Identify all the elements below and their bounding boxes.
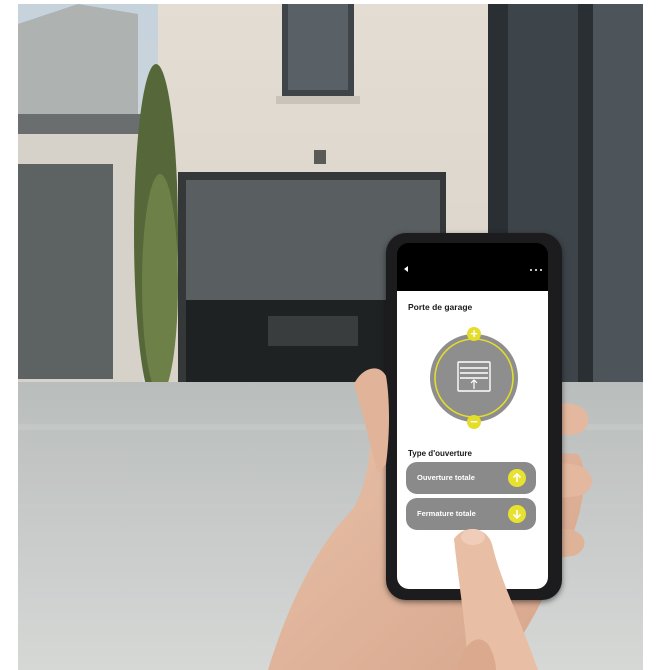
hand <box>354 368 538 670</box>
photo-scene: Porte de garage + − Type d'ouverture Ouv… <box>18 4 643 670</box>
